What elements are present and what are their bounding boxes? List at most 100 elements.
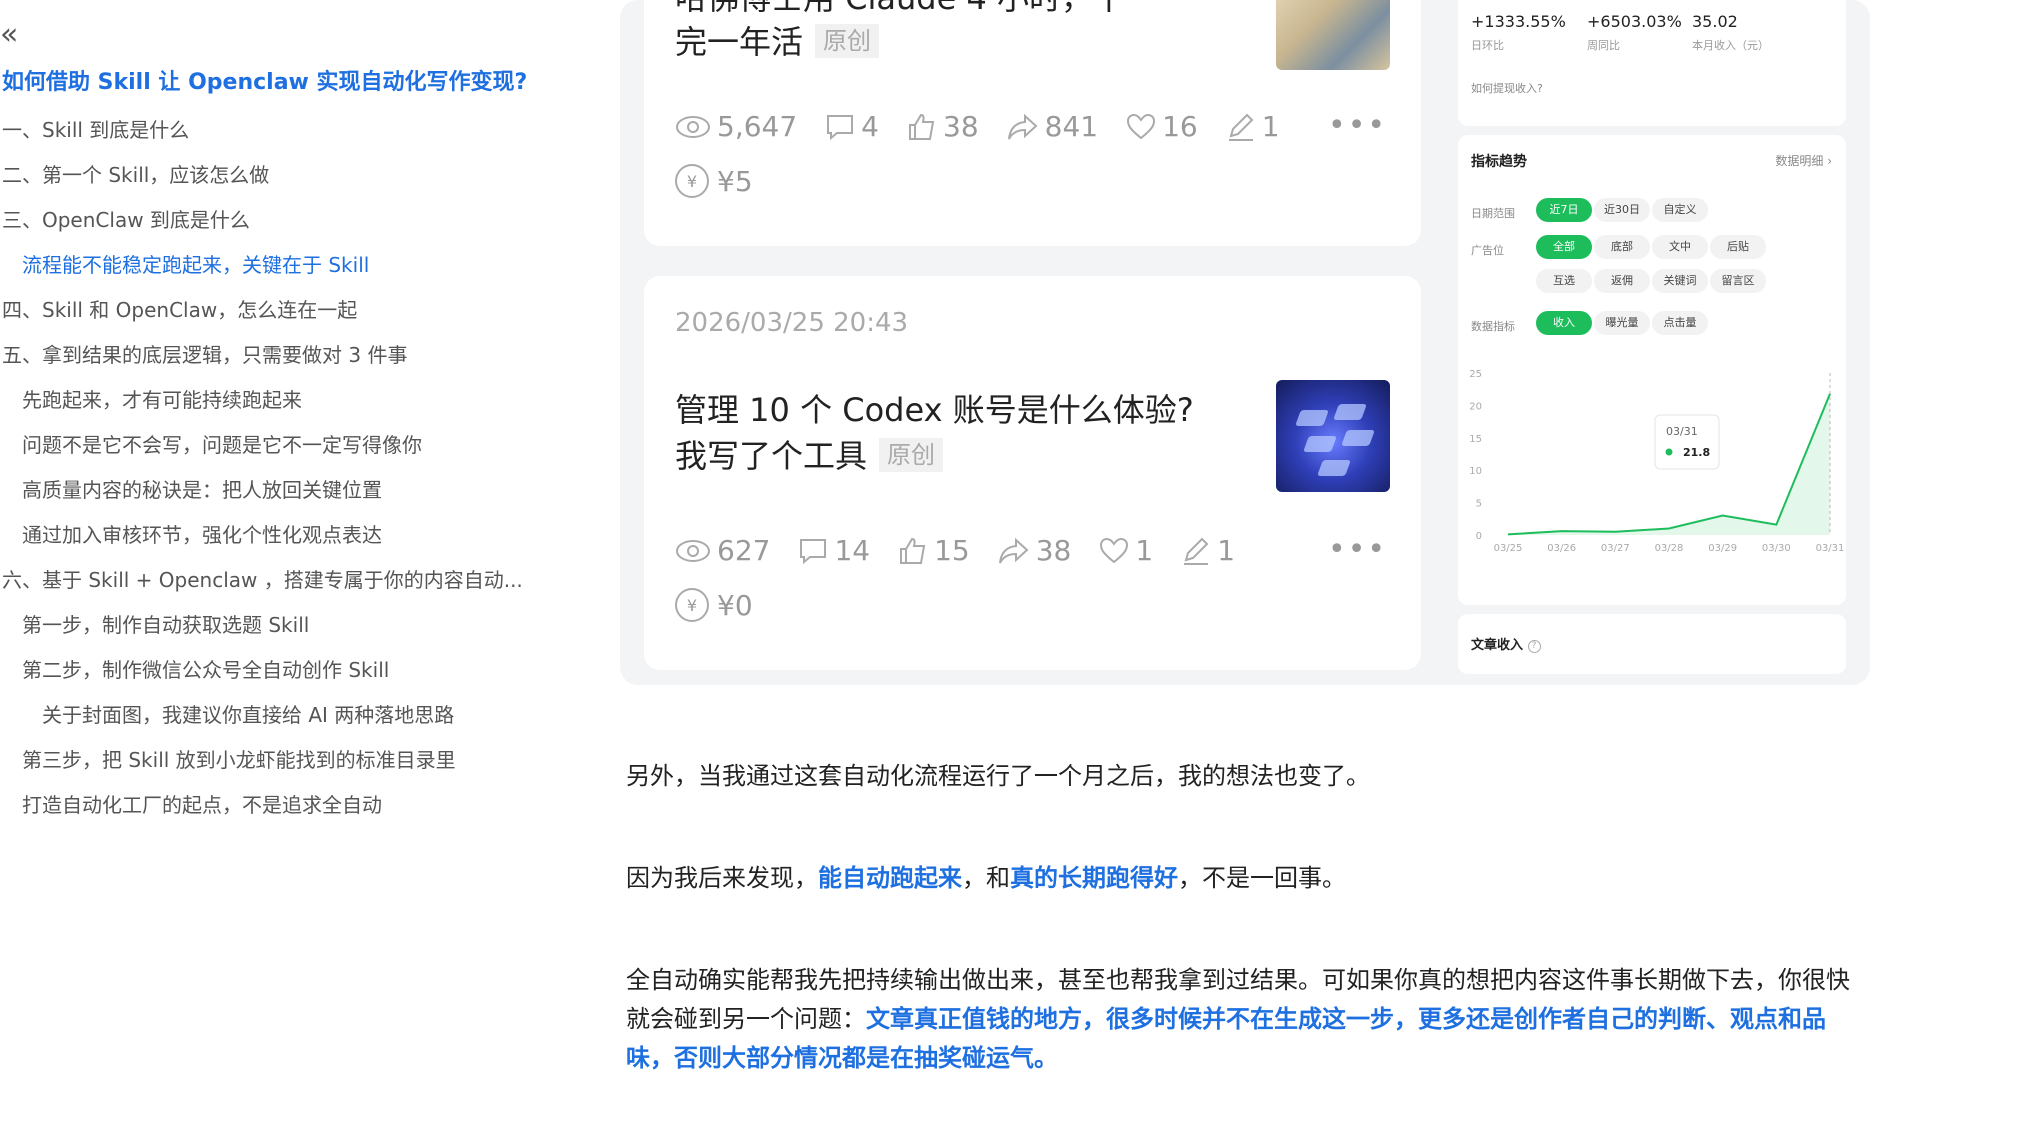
likes-count: 15	[934, 534, 970, 567]
article-thumbnail[interactable]	[1276, 380, 1390, 492]
kpi-weekly: +6503.03% 周同比	[1587, 12, 1682, 53]
metric-label: 数据指标	[1471, 320, 1515, 333]
toc-item[interactable]: 问题不是它不会写，问题是它不一定写得像你	[22, 429, 422, 458]
share-icon	[998, 537, 1029, 563]
kpi-daily: +1333.55% 日环比	[1471, 12, 1566, 53]
article-date: 2026/03/25 20:43	[675, 308, 909, 338]
article-stats: 5,647 4 38 841 16 1	[675, 110, 1308, 143]
metric-clicks[interactable]: 点击量	[1652, 311, 1708, 335]
kpi-value: +6503.03%	[1587, 12, 1682, 31]
x-tick-label: 03/30	[1762, 543, 1791, 554]
toc-item[interactable]: 一、Skill 到底是什么	[2, 114, 189, 143]
article-income-title: 文章收入 ?	[1471, 634, 1541, 653]
kpi-value: 35.02	[1692, 12, 1738, 31]
thumbnail-tile	[1303, 436, 1337, 452]
heart-icon	[1127, 113, 1156, 139]
favorites-count: 1	[1135, 534, 1154, 567]
y-axis: 0 5 10 15 20 25	[1469, 369, 1482, 542]
thumbs-up-icon	[900, 537, 926, 564]
toc-item[interactable]: 第三步，把 Skill 放到小龙虾能找到的标准目录里	[22, 744, 456, 773]
ad-slot-keyword[interactable]: 关键词	[1652, 269, 1708, 293]
comments-count: 14	[834, 534, 871, 567]
article-card[interactable]: 哈佛博士用 Claude 4 小时，干 完一年活原创 5,647 4 38 84…	[644, 0, 1421, 246]
tooltip-value: 21.8	[1683, 446, 1710, 459]
article-title-line2: 完一年活 原创	[675, 18, 880, 66]
paragraph-text: ，和	[962, 864, 1010, 892]
ad-slot-rebate[interactable]: 返佣	[1594, 269, 1650, 293]
ad-slot-bottom[interactable]: 底部	[1594, 235, 1650, 259]
comment-icon	[827, 114, 854, 140]
data-detail-link[interactable]: 数据明细 ›	[1775, 152, 1832, 169]
likes-stat: 15	[898, 534, 970, 567]
toc-title[interactable]: 如何借助 Skill 让 Openclaw 实现自动化写作变现?	[2, 64, 527, 96]
views-stat: 627	[675, 534, 770, 567]
toc-item[interactable]: 五、拿到结果的底层逻辑，只需要做对 3 件事	[2, 339, 407, 368]
more-options-icon[interactable]: •••	[1328, 532, 1387, 567]
ad-slot-inline[interactable]: 文中	[1652, 235, 1708, 259]
kpi-label: 周同比	[1587, 39, 1620, 52]
toc-item-active[interactable]: 流程能不能稳定跑起来，关键在于 Skill	[22, 249, 369, 278]
collapse-toc-icon[interactable]: «	[0, 20, 18, 50]
toc-item[interactable]: 六、基于 Skill + Openclaw ，搭建专属于你的内容自动...	[2, 564, 523, 593]
edits-count: 1	[1217, 534, 1236, 567]
embedded-screenshot: 哈佛博士用 Claude 4 小时，干 完一年活原创 5,647 4 38 84…	[620, 0, 1870, 685]
chart-tooltip: 03/31 21.8	[1654, 414, 1720, 470]
y-tick-label: 5	[1476, 499, 1482, 510]
highlight-text: 真的长期跑得好	[1010, 864, 1178, 892]
trend-chart[interactable]: 0 5 10 15 20 25 03/25 03/26 03/27 03/28 03/29 03/3…	[1458, 365, 1846, 587]
kpi-monthly: 35.02 本月收入（元）	[1692, 12, 1769, 53]
help-icon[interactable]: ?	[1527, 640, 1541, 653]
date-range-label: 日期范围	[1471, 207, 1515, 220]
eye-icon	[676, 539, 710, 562]
toc-item[interactable]: 三、OpenClaw 到底是什么	[2, 204, 250, 233]
toc-item[interactable]: 第二步，制作微信公众号全自动创作 Skill	[22, 654, 389, 683]
tooltip-date: 03/31	[1666, 425, 1698, 438]
toc-item[interactable]: 高质量内容的秘诀是：把人放回关键位置	[22, 474, 382, 503]
withdraw-help-link[interactable]: 如何提现收入?	[1471, 80, 1543, 96]
toc-item[interactable]: 先跑起来，才有可能持续跑起来	[22, 384, 302, 413]
x-tick-label: 03/26	[1547, 543, 1576, 554]
date-range-custom[interactable]: 自定义	[1652, 198, 1708, 222]
kpi-label: 本月收入（元）	[1692, 39, 1769, 52]
metric-impressions[interactable]: 曝光量	[1594, 311, 1650, 335]
toc-item[interactable]: 打造自动化工厂的起点，不是追求全自动	[22, 789, 382, 818]
tooltip-box	[1654, 414, 1720, 470]
yen-icon: ¥	[675, 588, 709, 622]
article-income-label: 文章收入	[1471, 638, 1524, 653]
x-tick-label: 03/25	[1494, 543, 1523, 554]
edits-stat: 1	[1181, 534, 1235, 567]
trend-panel: 指标趋势 数据明细 › 日期范围 近7日 近30日 自定义 广告位 全部 底部 …	[1458, 135, 1846, 605]
more-options-icon[interactable]: •••	[1328, 108, 1387, 143]
toc-item[interactable]: 二、第一个 Skill，应该怎么做	[2, 159, 269, 188]
yen-icon: ¥	[675, 164, 709, 198]
ad-slot-after[interactable]: 后贴	[1710, 235, 1766, 259]
article-stats: 627 14 15 38 1 1	[675, 534, 1263, 567]
article-title-line2: 我写了个工具 原创	[675, 432, 944, 480]
favorites-stat: 16	[1126, 110, 1198, 143]
earnings-value: ¥0	[717, 588, 753, 622]
toc-item[interactable]: 四、Skill 和 OpenClaw，怎么连在一起	[2, 294, 357, 323]
paragraph-text: ，不是一回事。	[1178, 864, 1346, 892]
toc-item[interactable]: 关于封面图，我建议你直接给 AI 两种落地思路	[42, 699, 454, 728]
ad-slot-all[interactable]: 全部	[1536, 235, 1592, 259]
toc-item[interactable]: 第一步，制作自动获取选题 Skill	[22, 609, 309, 638]
metric-income[interactable]: 收入	[1536, 311, 1592, 335]
article-card[interactable]: 2026/03/25 20:43 管理 10 个 Codex 账号是什么体验? …	[644, 276, 1421, 670]
shares-count: 841	[1044, 110, 1099, 143]
edits-count: 1	[1261, 110, 1280, 143]
date-range-7d[interactable]: 近7日	[1536, 198, 1592, 222]
ad-slot-comments[interactable]: 留言区	[1710, 269, 1766, 293]
toc-item[interactable]: 通过加入审核环节，强化个性化观点表达	[22, 519, 382, 548]
article-earnings: ¥ ¥0	[675, 588, 753, 622]
thumbnail-tile	[1317, 460, 1351, 476]
paragraph: 因为我后来发现，能自动跑起来，和真的长期跑得好，不是一回事。	[626, 859, 1871, 898]
y-tick-label: 25	[1469, 369, 1482, 380]
article-earnings: ¥ ¥5	[675, 164, 753, 198]
ad-slot-mutual[interactable]: 互选	[1536, 269, 1592, 293]
pen-icon	[1184, 537, 1209, 565]
thumbnail-tile	[1333, 404, 1367, 420]
favorites-stat: 1	[1099, 534, 1153, 567]
date-range-30d[interactable]: 近30日	[1594, 198, 1650, 222]
comment-icon	[800, 538, 827, 564]
article-thumbnail[interactable]	[1276, 0, 1390, 70]
